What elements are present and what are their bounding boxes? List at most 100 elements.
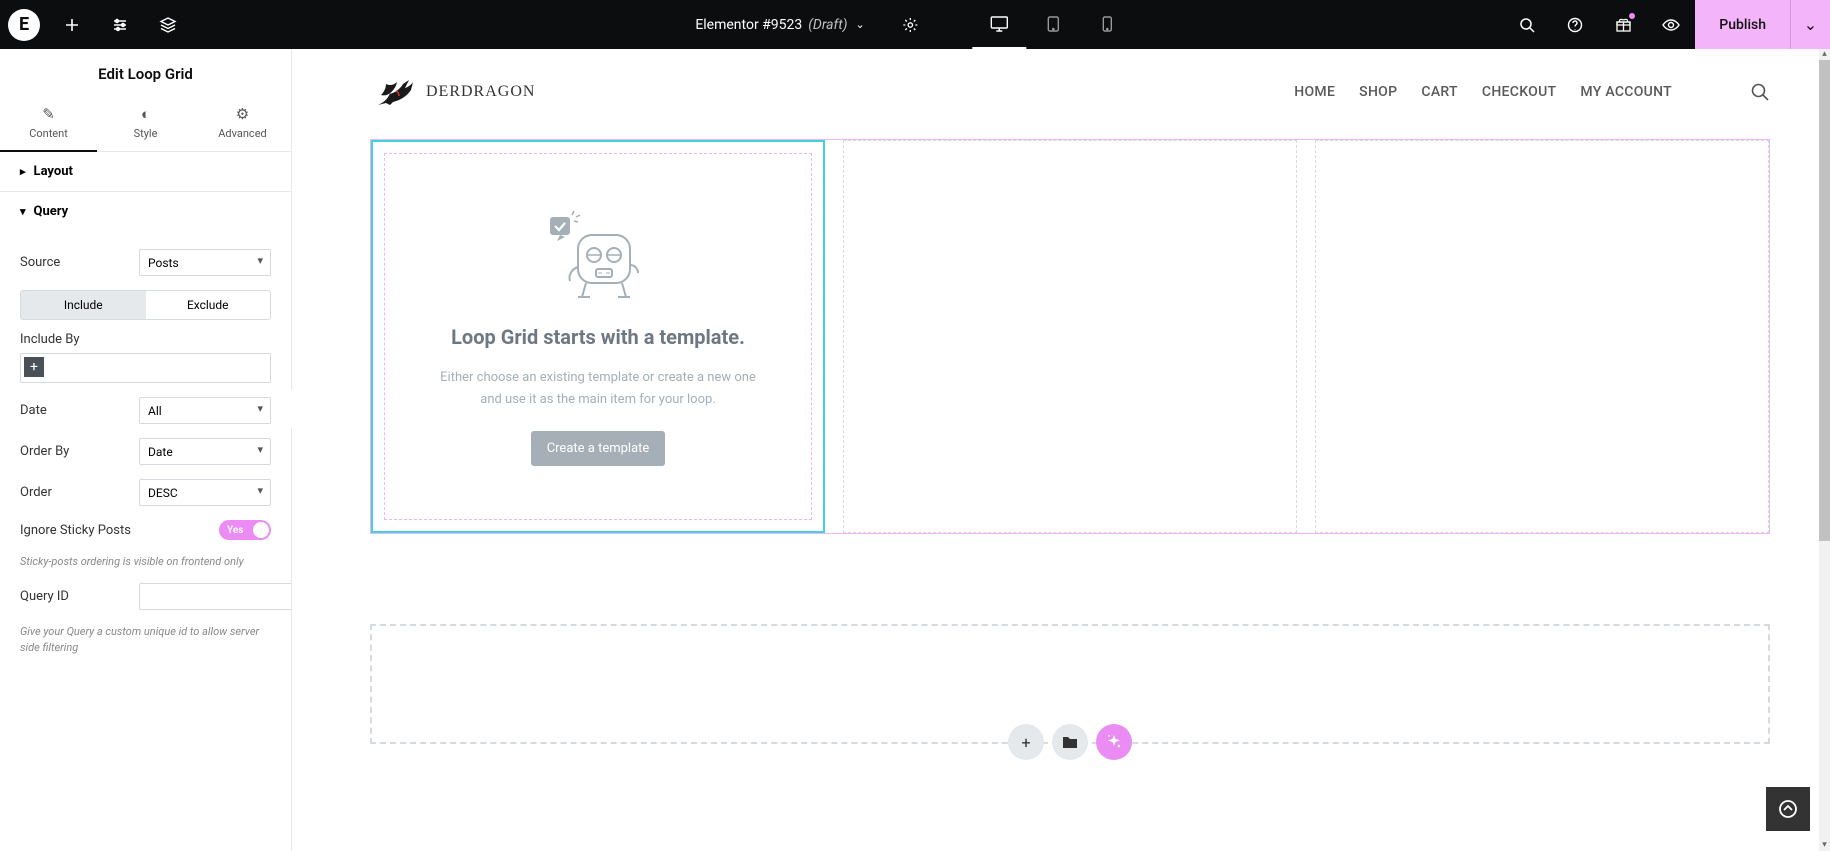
- header-search-icon[interactable]: [1750, 82, 1770, 102]
- sidebar-tabs: ✎ Content ◐ Style ⚙ Advanced: [0, 97, 291, 152]
- layers-icon[interactable]: [144, 1, 192, 49]
- date-select[interactable]: All: [139, 397, 271, 424]
- nav-menu: HOME SHOP CART CHECKOUT MY ACCOUNT: [1294, 84, 1672, 100]
- device-desktop[interactable]: [973, 0, 1027, 49]
- pencil-icon: ✎: [0, 105, 97, 123]
- publish-dropdown[interactable]: ⌄: [1790, 0, 1830, 49]
- tab-advanced[interactable]: ⚙ Advanced: [194, 97, 291, 151]
- section-layout-label: Layout: [34, 164, 73, 179]
- field-date: Date All: [20, 397, 271, 424]
- add-include-button[interactable]: +: [24, 357, 44, 377]
- add-icon[interactable]: [48, 1, 96, 49]
- publish-button[interactable]: Publish: [1695, 0, 1790, 49]
- gear-icon: ⚙: [194, 105, 291, 123]
- loop-cell-3[interactable]: [1315, 140, 1769, 533]
- exclude-tab[interactable]: Exclude: [146, 291, 271, 319]
- qid-label: Query ID: [20, 589, 69, 604]
- include-by-label: Include By: [20, 332, 271, 347]
- top-bar: E Elementor #9523 (Draft) ⌄ Publish ⌄: [0, 0, 1830, 49]
- page-title[interactable]: Elementor #9523 (Draft) ⌄: [695, 17, 864, 33]
- field-source: Source Posts: [20, 249, 271, 276]
- help-icon[interactable]: [1551, 1, 1599, 49]
- tab-content[interactable]: ✎ Content: [0, 97, 97, 152]
- scrollbar-thumb[interactable]: [1819, 60, 1830, 541]
- search-icon[interactable]: [1503, 1, 1551, 49]
- nav-home[interactable]: HOME: [1294, 84, 1335, 100]
- query-id-input[interactable]: [139, 583, 291, 610]
- tab-style[interactable]: ◐ Style: [97, 97, 194, 151]
- nav-account[interactable]: MY ACCOUNT: [1580, 84, 1672, 100]
- gift-icon[interactable]: [1599, 1, 1647, 49]
- field-sticky: Ignore Sticky Posts Yes: [20, 520, 271, 540]
- create-template-button[interactable]: Create a template: [531, 431, 666, 466]
- canvas: DERDRAGON HOME SHOP CART CHECKOUT MY ACC…: [292, 49, 1830, 851]
- topbar-right: Publish ⌄: [1503, 0, 1830, 49]
- order-select[interactable]: DESC: [139, 479, 271, 506]
- loop-cell-2[interactable]: [843, 140, 1297, 533]
- section-layout-toggle[interactable]: ▸ Layout: [0, 152, 291, 191]
- tab-style-label: Style: [134, 127, 158, 140]
- tab-advanced-label: Advanced: [218, 127, 266, 140]
- page-status: (Draft): [808, 17, 847, 33]
- topbar-left: E: [0, 1, 192, 49]
- include-by-input[interactable]: +: [20, 353, 271, 383]
- scrollbar-track[interactable]: ▴ ▾: [1819, 49, 1830, 851]
- responsive-devices: [973, 0, 1135, 49]
- nav-checkout[interactable]: CHECKOUT: [1482, 84, 1557, 100]
- preview-icon[interactable]: [1647, 1, 1695, 49]
- sidebar-body: ▸ Layout ▾ Query Source Posts: [0, 152, 291, 851]
- section-query: ▾ Query Source Posts Include Exclude In: [0, 192, 291, 683]
- loop-description: Either choose an existing template or cr…: [438, 367, 758, 411]
- source-select[interactable]: Posts: [139, 249, 271, 276]
- editor-sidebar: Edit Loop Grid ✎ Content ◐ Style ⚙ Advan…: [0, 49, 292, 851]
- ai-button[interactable]: [1096, 724, 1132, 760]
- scroll-up-icon[interactable]: ▴: [1819, 49, 1830, 60]
- sticky-toggle-text: Yes: [227, 525, 243, 536]
- section-layout: ▸ Layout: [0, 152, 291, 192]
- query-fields: Source Posts Include Exclude Include By …: [0, 231, 291, 683]
- topbar-center: Elementor #9523 (Draft) ⌄: [695, 0, 1134, 49]
- sticky-hint: Sticky-posts ordering is visible on fron…: [20, 554, 271, 569]
- loop-grid: Loop Grid starts with a template. Either…: [371, 140, 1769, 533]
- field-query-id: Query ID: [20, 583, 271, 610]
- page-title-text: Elementor #9523: [695, 17, 802, 33]
- device-tablet[interactable]: [1027, 0, 1081, 49]
- elementor-logo[interactable]: E: [0, 1, 48, 49]
- add-template-button[interactable]: [1052, 724, 1088, 760]
- logo-text: DERDRAGON: [426, 83, 535, 101]
- chevron-down-icon[interactable]: ⌄: [855, 18, 864, 31]
- loop-heading: Loop Grid starts with a template.: [451, 325, 745, 349]
- tab-content-label: Content: [29, 127, 68, 140]
- back-to-top-button[interactable]: [1766, 787, 1810, 831]
- field-order: Order DESC: [20, 479, 271, 506]
- add-section-zone[interactable]: +: [370, 624, 1770, 744]
- sticky-toggle[interactable]: Yes: [219, 520, 271, 540]
- section-query-toggle[interactable]: ▾ Query: [0, 192, 291, 231]
- caret-right-icon: ▸: [20, 165, 26, 178]
- site-logo[interactable]: DERDRAGON: [370, 73, 535, 111]
- source-label: Source: [20, 255, 60, 270]
- include-tab[interactable]: Include: [21, 291, 146, 319]
- scroll-down-icon[interactable]: ▾: [1819, 840, 1830, 851]
- settings-sliders-icon[interactable]: [96, 1, 144, 49]
- section-query-label: Query: [34, 204, 69, 219]
- add-widget-button[interactable]: +: [1008, 724, 1044, 760]
- device-mobile[interactable]: [1081, 0, 1135, 49]
- sidebar-title: Edit Loop Grid: [0, 49, 291, 97]
- nav-shop[interactable]: SHOP: [1359, 84, 1397, 100]
- loop-cell-1[interactable]: Loop Grid starts with a template. Either…: [371, 140, 825, 533]
- order-label: Order: [20, 485, 52, 500]
- loop-grid-widget[interactable]: Loop Grid starts with a template. Either…: [370, 139, 1770, 534]
- dragon-icon: [370, 73, 422, 111]
- page-settings-icon[interactable]: [887, 1, 935, 49]
- orderby-select[interactable]: Date: [139, 438, 271, 465]
- sticky-label: Ignore Sticky Posts: [20, 523, 131, 538]
- date-label: Date: [20, 403, 47, 418]
- caret-down-icon: ▾: [20, 205, 26, 218]
- toggle-knob: [253, 522, 269, 538]
- loop-template-prompt: Loop Grid starts with a template. Either…: [384, 153, 812, 520]
- add-section-buttons: +: [1008, 724, 1132, 760]
- include-exclude-toggle: Include Exclude: [20, 290, 271, 320]
- main-layout: Edit Loop Grid ✎ Content ◐ Style ⚙ Advan…: [0, 49, 1830, 851]
- nav-cart[interactable]: CART: [1421, 84, 1458, 100]
